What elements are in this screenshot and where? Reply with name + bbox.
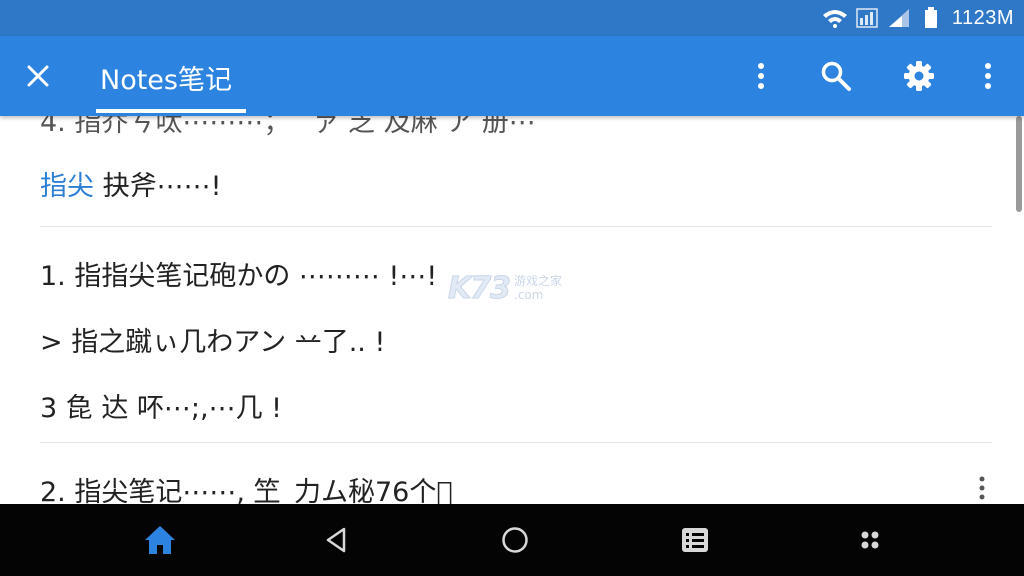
wifi-icon — [822, 7, 848, 29]
nav-circle-home-button[interactable] — [495, 520, 535, 560]
app-bar: Notes笔记 — [0, 36, 1024, 116]
note-item-link-row[interactable]: 指尖 抉斧⋯⋯! — [40, 164, 221, 203]
watermark-line-2: .com — [514, 288, 544, 302]
list-icon — [682, 528, 708, 552]
back-icon — [326, 527, 346, 553]
note-item-1-title[interactable]: 1. 指指尖笔记砲かの ⋯⋯⋯ !⋯! — [40, 254, 437, 293]
nav-list-button[interactable] — [675, 520, 715, 560]
note-item-1-sub-2[interactable]: 3 㲋 达 吥⋯;,⋯几 ! — [40, 386, 282, 425]
more-vert-icon — [758, 63, 764, 89]
search-button[interactable] — [816, 56, 856, 96]
status-bar: 1123M — [0, 0, 1024, 36]
apps-icon — [861, 531, 879, 549]
divider — [40, 226, 992, 227]
search-icon — [821, 61, 851, 91]
more-vert-icon — [979, 476, 985, 500]
nav-apps-button[interactable] — [850, 520, 890, 560]
home-icon — [145, 526, 175, 554]
scrollbar-thumb[interactable] — [1016, 116, 1022, 212]
more-button[interactable] — [741, 56, 781, 96]
watermark: K73 游戏之家 .com — [448, 268, 563, 308]
divider — [40, 442, 992, 443]
bottom-navigation — [0, 504, 1024, 576]
battery-icon — [918, 7, 944, 29]
note-item-1-sub-1[interactable]: > 指之蹴ぃ几わアン 䒑了.. ! — [40, 320, 385, 359]
close-icon — [27, 65, 49, 87]
data-icon — [854, 7, 880, 29]
signal-icon — [886, 7, 912, 29]
note-item-2-menu-button[interactable] — [966, 472, 998, 504]
notes-content[interactable]: 4. 指乔ㄘ呔⋯⋯⋯； ァ 芝 及麻 ア 册⋯ 指尖 抉斧⋯⋯! 1. 指指尖笔… — [0, 116, 1024, 504]
nav-back-button[interactable] — [316, 520, 356, 560]
tab-indicator — [96, 109, 246, 113]
nav-home-button[interactable] — [140, 520, 180, 560]
watermark-text: 游戏之家 .com — [514, 274, 562, 302]
more-vert-icon — [985, 63, 991, 89]
note-link[interactable]: 指尖 — [40, 171, 94, 202]
note-item-partial[interactable]: 4. 指乔ㄘ呔⋯⋯⋯； ァ 芝 及麻 ア 册⋯ — [40, 116, 536, 139]
note-link-suffix: 抉斧⋯⋯! — [94, 171, 222, 202]
note-item-2-title[interactable]: 2. 指尖笔记⋯⋯, 笁_力ム秘76个𢀳 — [40, 470, 453, 504]
watermark-logo: K73 — [448, 270, 512, 306]
gear-icon — [904, 61, 934, 91]
close-button[interactable] — [18, 56, 58, 96]
page-title: Notes笔记 — [100, 65, 232, 96]
overflow-menu-button[interactable] — [968, 56, 1008, 96]
watermark-line-1: 游戏之家 — [514, 274, 563, 288]
status-time: 1123M — [951, 6, 1014, 29]
settings-button[interactable] — [899, 56, 939, 96]
circle-home-icon — [502, 527, 528, 553]
